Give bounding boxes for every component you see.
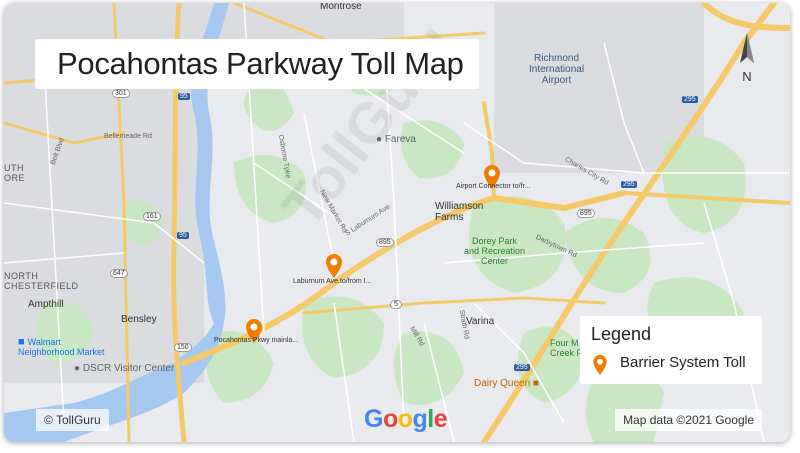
legend-item-label: Barrier System Toll	[620, 354, 746, 371]
title-box: Pocahontas Parkway Toll Map	[35, 39, 479, 89]
google-logo-letter: g	[412, 405, 428, 433]
place-four-mile: Four M Creek P	[550, 338, 583, 358]
place-ampthill: Ampthill	[28, 299, 64, 310]
south-line-2: ORE	[4, 173, 26, 183]
place-fareva: ● Fareva	[376, 134, 416, 145]
map-frame: Montrose Richmond International Airport …	[4, 3, 790, 442]
compass: N	[735, 33, 759, 85]
page-title: Pocahontas Parkway Toll Map	[57, 46, 464, 81]
place-dairy-queen: Dairy Queen ■	[474, 378, 539, 389]
airport-line-1: Richmond	[534, 53, 580, 64]
google-logo-letter: o	[382, 405, 398, 433]
shield-i295c: 295	[514, 364, 530, 371]
four-mile-line-2: Creek P	[550, 348, 583, 358]
walmart-line-1: Walmart	[27, 337, 61, 347]
shield-150: 150	[174, 343, 192, 352]
shield-i95b: 95	[177, 232, 189, 239]
toll-label-airport: Airport Connector to/fr...	[456, 183, 531, 190]
place-varina: Varina	[466, 316, 495, 327]
map-attribution-text: Map data ©2021 Google	[623, 413, 754, 427]
place-dscr: ● DSCR Visitor Center	[74, 363, 174, 374]
shield-i95a: 95	[178, 93, 190, 100]
place-montrose: Montrose	[320, 3, 362, 12]
airport-line-3: Airport	[541, 75, 572, 86]
google-logo-letter: G	[364, 405, 383, 433]
four-mile-line-1: Four M	[550, 338, 579, 348]
restaurant-icon: ■	[532, 378, 539, 389]
dscr-label: DSCR Visitor Center	[82, 363, 175, 374]
location-pin-icon: ●	[376, 134, 383, 145]
shield-5: 5	[390, 300, 402, 309]
dorey-line-1: Dorey Park	[472, 236, 518, 246]
place-north-chesterfield: NORTH CHESTERFIELD	[4, 271, 79, 291]
toll-label-pocahontas: Pocahontas Pkwy mainla...	[214, 337, 299, 344]
google-logo-letter: o	[397, 405, 413, 433]
location-pin-icon: ●	[74, 363, 81, 374]
place-williamson-farms: Williamson Farms	[435, 201, 483, 223]
shield-161: 161	[143, 212, 161, 221]
shield-i295b: 295	[621, 181, 637, 188]
toll-label-laburnum: Laburnum Ave.to/from I...	[293, 278, 372, 285]
airport-line-2: International	[529, 64, 585, 75]
toll-pin-icon	[326, 254, 342, 278]
google-logo-letter: e	[433, 405, 448, 433]
shield-895b: 895	[577, 209, 595, 218]
north-arrow-icon: N	[740, 33, 754, 84]
shield-301: 301	[112, 89, 130, 98]
north-line-1: NORTH	[4, 271, 39, 281]
map-attribution[interactable]: Map data ©2021 Google	[615, 409, 762, 431]
williamson-line-1: Williamson	[435, 201, 484, 212]
walmart-line-2: Neighborhood Market	[18, 347, 105, 357]
compass-label: N	[742, 69, 751, 84]
copyright-notice: © TollGuru	[36, 409, 109, 431]
shield-895a: 895	[376, 238, 394, 247]
place-south-partial: UTH ORE	[4, 163, 25, 183]
dorey-line-2: and Recreation	[464, 246, 526, 256]
legend-title: Legend	[591, 324, 652, 344]
toll-pin-laburnum[interactable]	[326, 254, 342, 278]
legend: Legend Barrier System Toll	[580, 316, 762, 384]
google-logo-text: Google	[364, 405, 448, 434]
google-logo[interactable]: Google	[364, 405, 448, 434]
south-line-1: UTH	[4, 163, 24, 173]
copyright-text: © TollGuru	[44, 413, 101, 427]
street-bellemeade: Bellemeade Rd	[104, 133, 152, 140]
north-line-2: CHESTERFIELD	[4, 281, 79, 291]
place-walmart: ■ Walmart Neighborhood Market	[18, 336, 105, 358]
place-dorey-park: Dorey Park and Recreation Center	[464, 236, 525, 266]
dairy-queen-label: Dairy Queen	[474, 378, 531, 389]
williamson-line-2: Farms	[435, 212, 464, 223]
fareva-label: Fareva	[384, 134, 416, 145]
place-richmond-airport: Richmond International Airport	[529, 53, 584, 86]
place-bensley: Bensley	[121, 314, 157, 325]
shield-647: 647	[110, 269, 128, 278]
shopping-cart-icon: ■	[18, 336, 25, 348]
dorey-line-3: Center	[481, 256, 509, 266]
shield-i295a: 295	[682, 96, 698, 103]
toll-pin-icon	[593, 355, 607, 375]
